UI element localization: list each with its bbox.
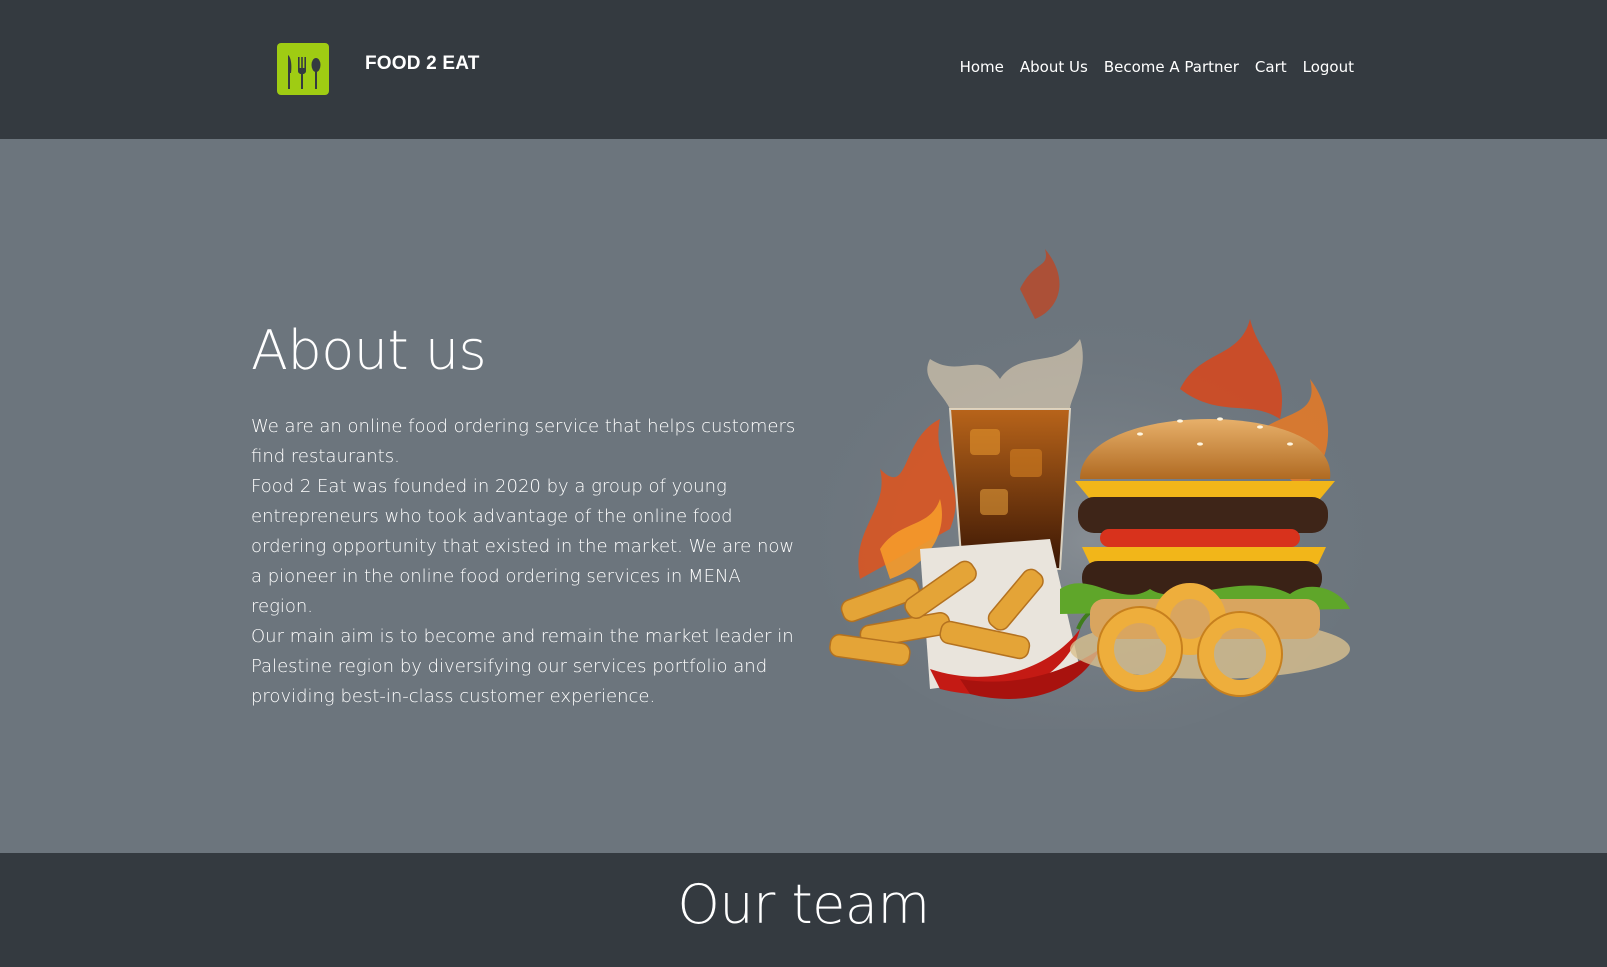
navbar: FOOD 2 EAT Home About Us Become A Partne… [0, 0, 1607, 139]
nav-become-a-partner[interactable]: Become A Partner [1104, 58, 1239, 76]
about-title: About us [251, 319, 487, 382]
about-paragraph-2: Food 2 Eat was founded in 2020 by a grou… [251, 476, 795, 617]
about-paragraph-3: Our main aim is to become and remain the… [251, 626, 794, 707]
about-text: We are an online food ordering service t… [251, 412, 796, 712]
about-section: About us We are an online food ordering … [0, 139, 1607, 853]
team-title: Our team [677, 873, 930, 936]
brand-name[interactable]: FOOD 2 EAT [365, 53, 480, 75]
nav-home[interactable]: Home [960, 58, 1004, 76]
brand-logo-icon[interactable] [277, 43, 329, 95]
nav-logout[interactable]: Logout [1303, 58, 1354, 76]
nav-cart[interactable]: Cart [1255, 58, 1287, 76]
nav-about-us[interactable]: About Us [1020, 58, 1088, 76]
about-paragraph-1: We are an online food ordering service t… [251, 416, 796, 467]
team-section: Our team [0, 853, 1607, 967]
food-illustration [810, 249, 1370, 739]
main-nav: Home About Us Become A Partner Cart Logo… [960, 58, 1354, 76]
